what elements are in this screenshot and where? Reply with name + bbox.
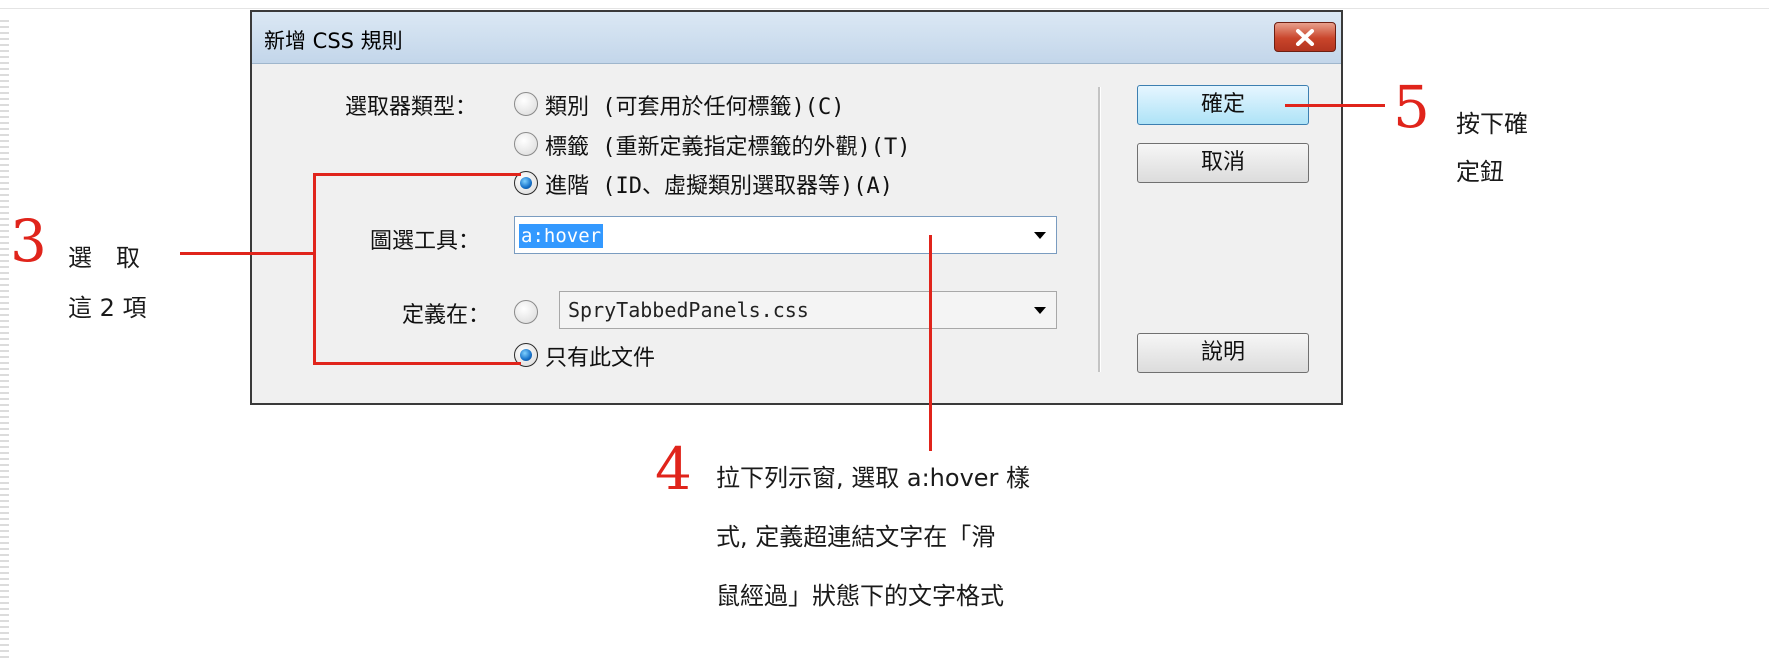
- selector-value[interactable]: a:hover: [519, 224, 604, 248]
- stylesheet-value: SpryTabbedPanels.css: [568, 298, 809, 322]
- callout-line-3-vertical: [313, 173, 316, 365]
- define-in-label: 定義在：: [402, 303, 491, 328]
- selector-type-label: 選取器類型：: [345, 95, 478, 120]
- cancel-button[interactable]: 取消: [1137, 143, 1309, 183]
- option-class-label[interactable]: 類別 (可套用於任何標籤)(C): [545, 89, 845, 121]
- step-4-text-line3: 鼠經過」狀態下的文字格式: [716, 582, 1004, 610]
- step-4-text-line1: 拉下列示窗, 選取 a:hover 樣: [716, 464, 1031, 492]
- dropdown-arrow-icon[interactable]: [1034, 307, 1046, 314]
- dialog-title: 新增 CSS 規則: [264, 29, 403, 53]
- callout-line-3-top: [313, 173, 521, 176]
- callout-line-5: [1285, 104, 1385, 107]
- close-button[interactable]: [1274, 22, 1336, 52]
- new-css-rule-dialog: 新增 CSS 規則 選取器類型： 類別 (可套用於任何標籤)(C) 標籤 (重新…: [250, 10, 1343, 405]
- radio-class[interactable]: [514, 92, 538, 116]
- step-3-text-line1: 選 取: [68, 244, 140, 272]
- stylesheet-select[interactable]: SpryTabbedPanels.css: [559, 291, 1057, 329]
- step-4-number: 4: [655, 435, 692, 503]
- callout-line-3-bottom: [313, 362, 521, 365]
- dropdown-arrow-icon[interactable]: [1034, 232, 1046, 239]
- vertical-separator: [1098, 87, 1101, 372]
- step-5-number: 5: [1393, 73, 1430, 141]
- option-tag-label[interactable]: 標籤 (重新定義指定標籤的外觀)(T): [545, 129, 911, 161]
- step-3-number: 3: [10, 207, 47, 275]
- ok-button[interactable]: 確定: [1137, 85, 1309, 125]
- step-5-text-line2: 定鈕: [1456, 158, 1504, 186]
- close-icon: [1296, 29, 1314, 46]
- selector-combobox[interactable]: a:hover: [514, 216, 1057, 254]
- title-bar[interactable]: 新增 CSS 規則: [252, 12, 1341, 64]
- option-advanced-label[interactable]: 進階 (ID、虛擬類別選取器等)(A): [545, 168, 893, 200]
- radio-tag[interactable]: [514, 132, 538, 156]
- help-button[interactable]: 說明: [1137, 333, 1309, 373]
- page-left-dotted-edge: [0, 20, 9, 660]
- step-5-text-line1: 按下確: [1456, 110, 1528, 138]
- step-4-text-line2: 式, 定義超連結文字在「滑: [716, 523, 996, 551]
- page-top-rule: [0, 8, 1769, 9]
- callout-line-3-stem: [180, 252, 316, 255]
- this-document-label[interactable]: 只有此文件: [545, 340, 655, 372]
- callout-line-4: [929, 235, 932, 451]
- step-3-text-line2: 這 2 項: [68, 294, 147, 322]
- radio-stylesheet[interactable]: [514, 300, 538, 324]
- selector-label: 圖選工具：: [370, 229, 481, 254]
